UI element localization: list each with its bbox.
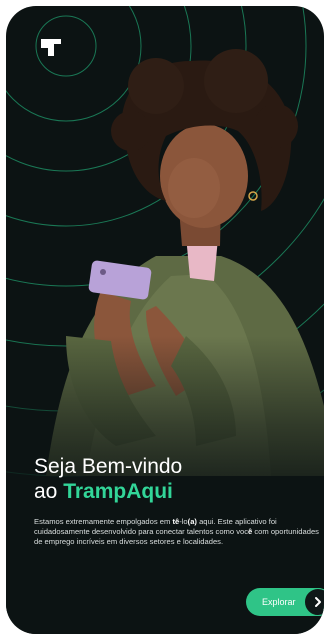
description-text: -lo xyxy=(179,517,188,526)
welcome-screen: Seja Bem-vindo ao TrampAqui Estamos extr… xyxy=(6,6,324,634)
description-bold: (a) xyxy=(187,517,197,526)
trampaqui-logo-icon xyxy=(41,39,61,56)
brand-name: TrampAqui xyxy=(63,480,173,503)
explore-button[interactable]: Explorar xyxy=(246,588,324,616)
description-text: Estamos extremamente empolgados em xyxy=(34,517,173,526)
welcome-headline: Seja Bem-vindo ao TrampAqui xyxy=(34,454,304,504)
welcome-prefix: ao xyxy=(34,480,64,503)
explore-label: Explorar xyxy=(262,597,296,607)
chevron-right-icon xyxy=(304,588,324,616)
welcome-line-1: Seja Bem-vindo xyxy=(34,455,183,478)
welcome-description: Estamos extremamente empolgados em tê-lo… xyxy=(34,517,324,547)
welcome-line-2: ao TrampAqui xyxy=(34,479,304,504)
